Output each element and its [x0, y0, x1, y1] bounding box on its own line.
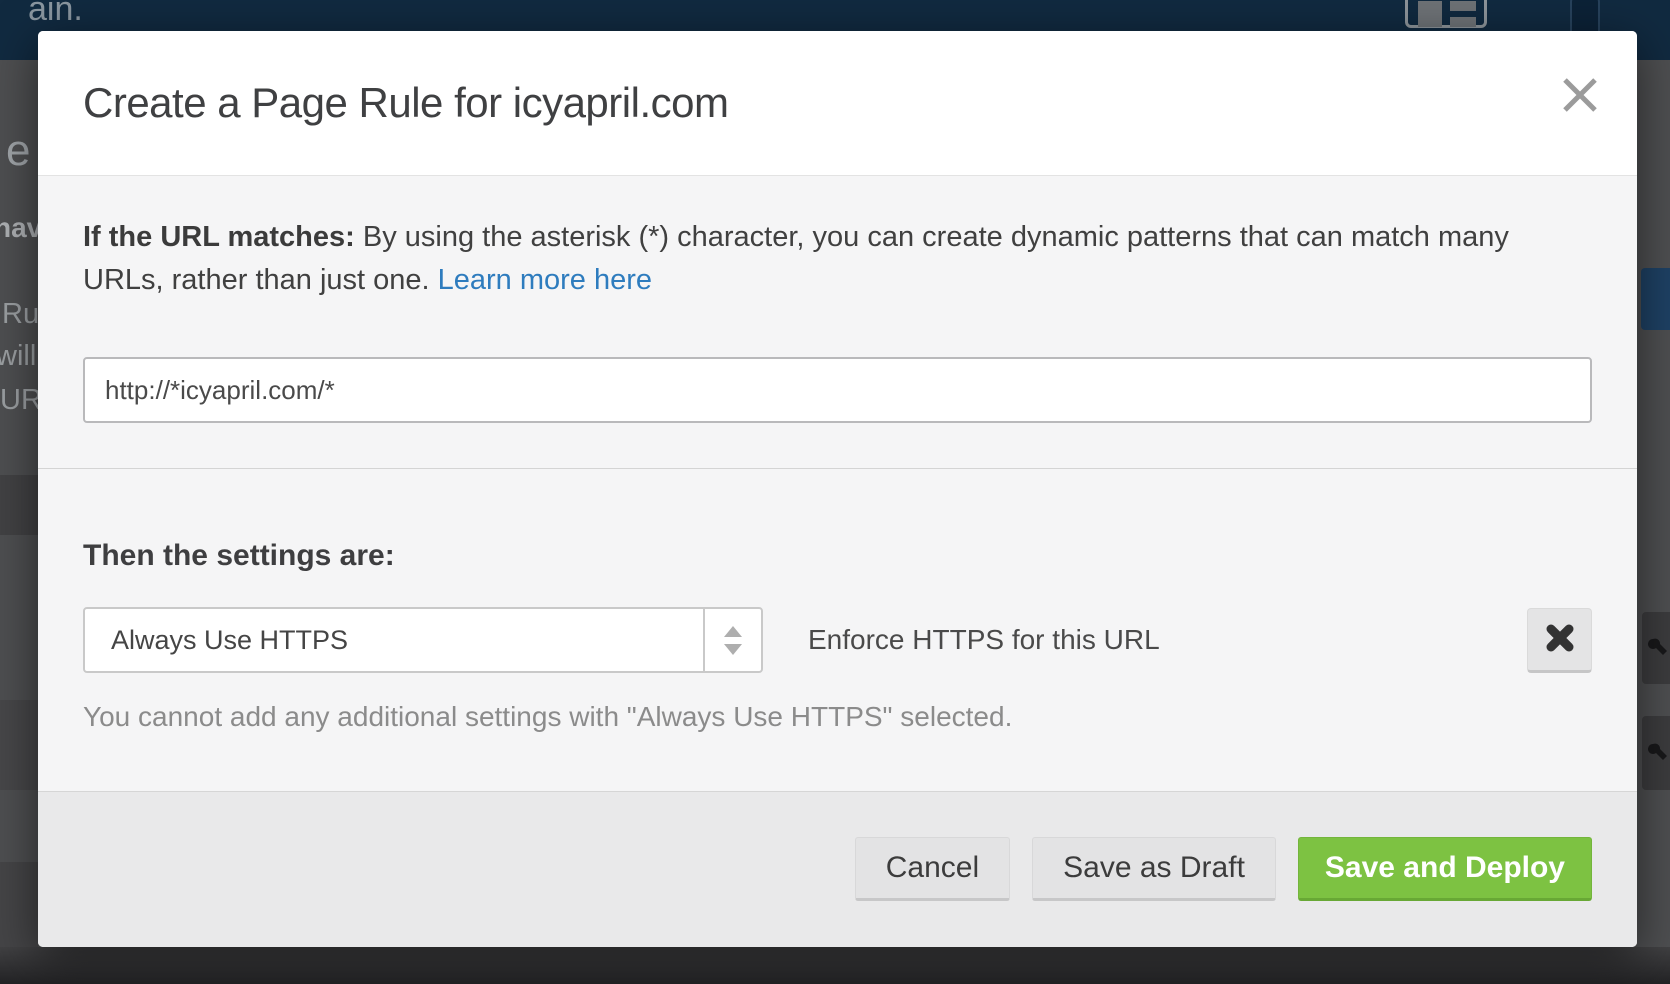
url-pattern-input[interactable]: [83, 357, 1592, 423]
background-text-fragment: will: [0, 340, 36, 373]
remove-setting-button[interactable]: [1527, 608, 1592, 673]
settings-note: You cannot add any additional settings w…: [83, 701, 1592, 733]
save-and-deploy-button[interactable]: Save and Deploy: [1298, 837, 1592, 901]
settings-heading: Then the settings are:: [83, 539, 1592, 573]
save-as-draft-button[interactable]: Save as Draft: [1032, 837, 1276, 901]
url-match-section: If the URL matches: By using the asteris…: [38, 176, 1637, 469]
background-table-band: [0, 700, 38, 790]
wrench-icon: [1642, 612, 1670, 684]
background-text-fragment: Ru: [2, 298, 39, 331]
background-page-bottom: [0, 947, 1670, 984]
url-match-description: If the URL matches: By using the asteris…: [83, 216, 1513, 302]
close-button[interactable]: [1557, 73, 1603, 119]
select-updown-arrows-icon: [703, 609, 761, 671]
settings-section: Then the settings are: Always Use HTTPS …: [38, 469, 1637, 791]
background-domain-text-fragment: ain.: [28, 0, 83, 29]
setting-row: Always Use HTTPS Enforce HTTPS for this …: [83, 607, 1592, 673]
setting-select[interactable]: Always Use HTTPS: [83, 607, 763, 673]
background-blue-button-edge: [1641, 268, 1670, 330]
apps-grid-icon: [1405, 0, 1487, 28]
setting-select-value: Always Use HTTPS: [85, 625, 703, 656]
setting-description: Enforce HTTPS for this URL: [808, 624, 1160, 656]
close-icon: [1560, 103, 1600, 118]
learn-more-link[interactable]: Learn more here: [438, 264, 652, 296]
wrench-icon: [1642, 716, 1670, 790]
url-match-label: If the URL matches:: [83, 221, 355, 253]
background-text-fragment: nav: [0, 212, 42, 244]
background-table-band: [0, 862, 38, 947]
cancel-button[interactable]: Cancel: [855, 837, 1010, 901]
background-text-fragment: UR: [0, 384, 42, 417]
remove-x-icon: [1545, 623, 1575, 656]
background-text-fragment: e: [6, 126, 30, 176]
background-table-band: [0, 475, 38, 535]
modal-footer: Cancel Save as Draft Save and Deploy: [38, 791, 1637, 947]
modal-header: Create a Page Rule for icyapril.com: [38, 31, 1637, 176]
create-page-rule-modal: Create a Page Rule for icyapril.com If t…: [38, 31, 1637, 947]
modal-title: Create a Page Rule for icyapril.com: [83, 79, 728, 127]
